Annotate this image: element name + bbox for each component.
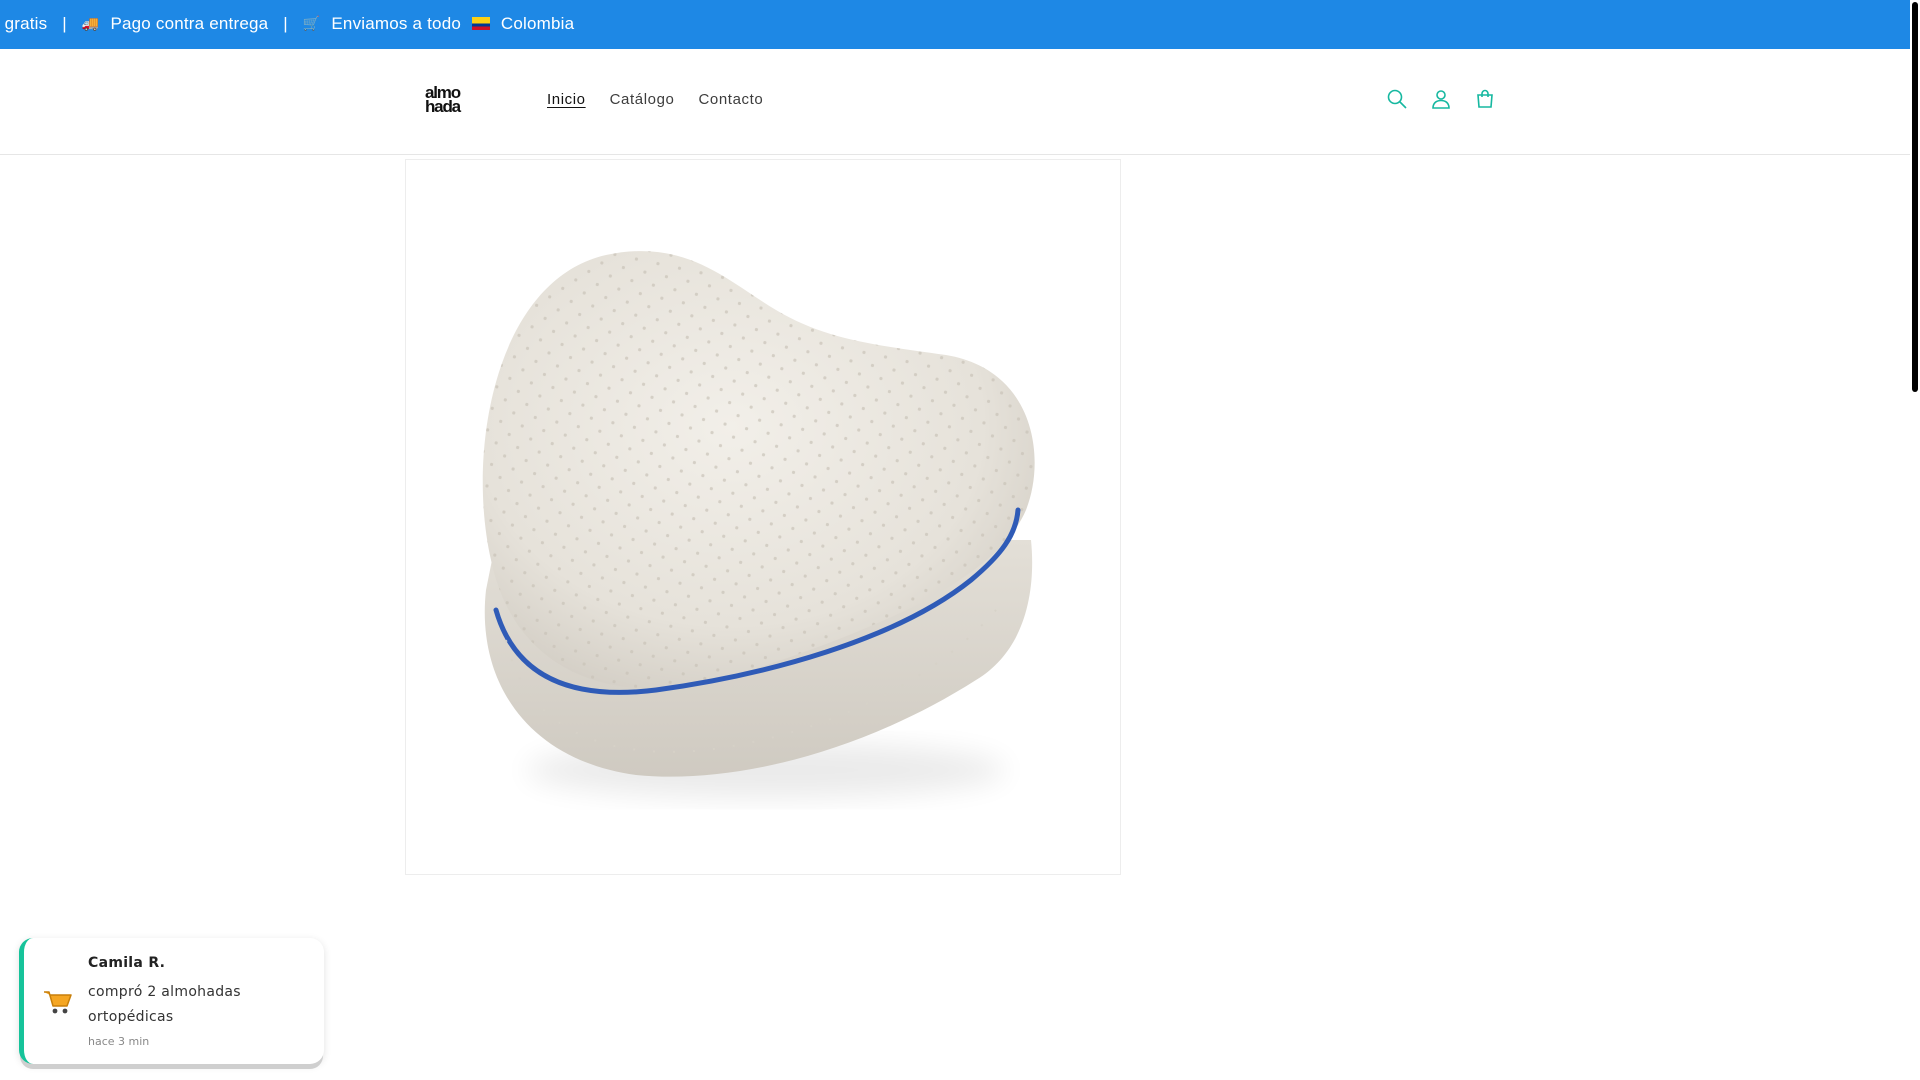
announcement-separator: | xyxy=(283,14,288,33)
announcement-cod: Pago contra entrega xyxy=(110,14,269,33)
announcement-marquee: o gratis | 🚚 Pago contra entrega | 🛒 Env… xyxy=(0,0,574,49)
announcement-free-shipping: o gratis xyxy=(0,14,48,33)
shopping-cart-icon: 🛒 xyxy=(302,15,321,31)
shopping-cart-icon xyxy=(42,986,74,1016)
colombia-flag-icon xyxy=(471,17,490,30)
product-image-frame[interactable] xyxy=(405,159,1121,875)
scrollbar-thumb[interactable] xyxy=(1912,2,1918,392)
announcement-separator: | xyxy=(62,14,67,33)
knee-pillow-image xyxy=(482,251,1035,798)
notification-message: compró 2 almohadas ortopédicas xyxy=(88,984,241,1025)
search-icon[interactable] xyxy=(1385,87,1409,111)
announcement-shipping-b: Colombia xyxy=(500,14,575,33)
delivery-truck-icon: 🚚 xyxy=(81,15,100,31)
announcement-shipping-a: Enviamos a todo xyxy=(331,14,462,33)
notification-time: hace 3 min xyxy=(88,1035,150,1048)
cart-icon[interactable] xyxy=(1473,87,1497,111)
header-icons xyxy=(1385,87,1497,111)
logo-line-2: hada xyxy=(425,97,461,116)
main-nav: Inicio Catálogo Contacto xyxy=(535,91,775,108)
nav-catalogo[interactable]: Catálogo xyxy=(598,91,687,108)
notification-customer-name: Camila R. xyxy=(88,955,166,971)
purchase-notification[interactable]: Camila R. compró 2 almohadas ortopédicas… xyxy=(19,938,324,1064)
announcement-bar: o gratis | 🚚 Pago contra entrega | 🛒 Env… xyxy=(0,0,1910,49)
store-logo[interactable]: almo hada xyxy=(425,84,477,120)
nav-contacto[interactable]: Contacto xyxy=(686,91,775,108)
page-scrollbar[interactable] xyxy=(1910,0,1920,1080)
account-icon[interactable] xyxy=(1429,87,1453,111)
site-header: almo hada Inicio Catálogo Contacto xyxy=(0,49,1910,155)
nav-inicio[interactable]: Inicio xyxy=(535,91,598,108)
